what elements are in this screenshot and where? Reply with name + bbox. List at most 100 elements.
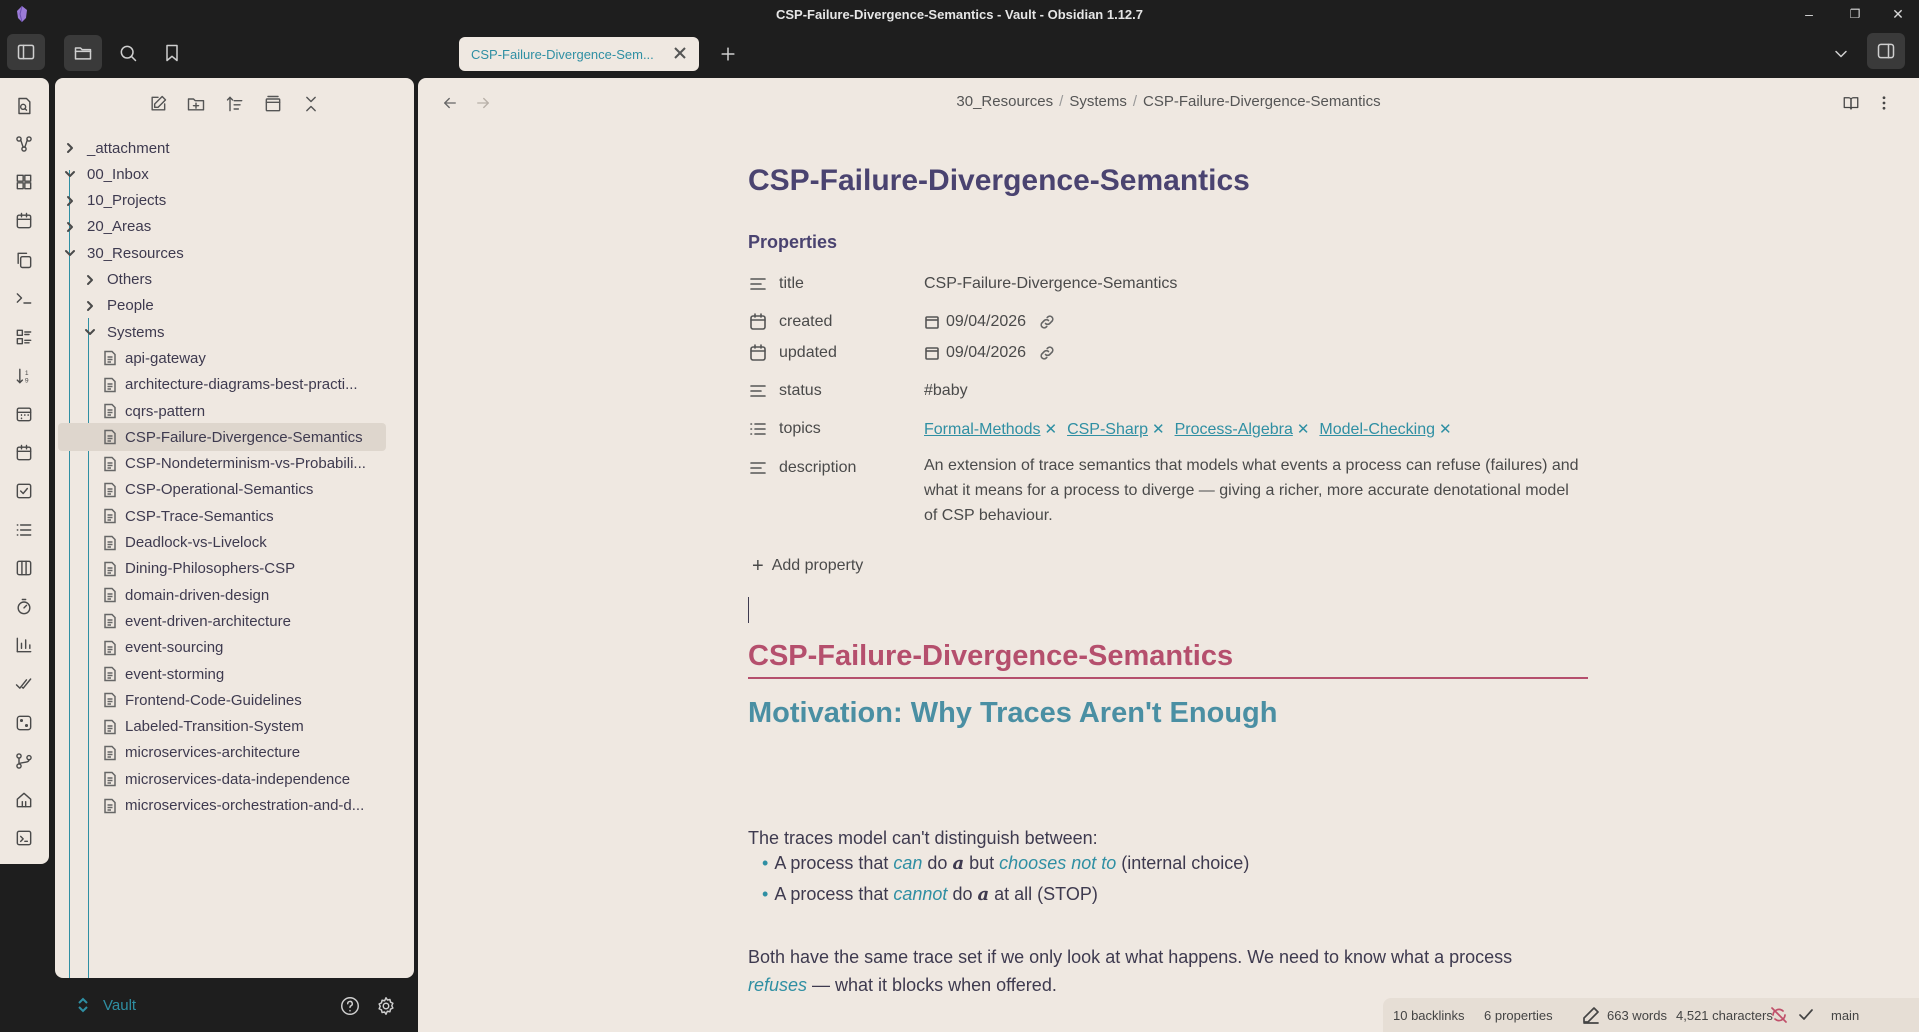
- folder-item[interactable]: 00_Inbox: [63, 160, 149, 188]
- folder-item[interactable]: _attachment: [63, 134, 170, 162]
- collapse-all-button[interactable]: [299, 92, 323, 116]
- new-note-button[interactable]: [146, 92, 170, 116]
- search-button[interactable]: [109, 35, 147, 71]
- minimize-button[interactable]: –: [1799, 4, 1819, 24]
- file-item[interactable]: event-driven-architecture: [102, 607, 291, 635]
- chevron-down-icon[interactable]: [63, 246, 77, 260]
- reading-view-button[interactable]: [1838, 90, 1864, 116]
- close-tab-button[interactable]: [671, 44, 689, 62]
- files-view-button[interactable]: [64, 35, 102, 71]
- property-value[interactable]: 09/04/2026: [924, 344, 1056, 362]
- topic-pill-link[interactable]: Process-Algebra: [1175, 421, 1293, 438]
- file-item[interactable]: microservices-architecture: [102, 739, 300, 767]
- ribbon-graph-view[interactable]: [12, 132, 36, 156]
- new-tab-button[interactable]: [709, 36, 747, 72]
- pencil-icon[interactable]: [1582, 1006, 1600, 1024]
- file-item[interactable]: microservices-data-independence: [102, 765, 350, 793]
- file-item[interactable]: CSP-Operational-Semantics: [102, 476, 313, 504]
- ribbon-open-quick-switcher[interactable]: [12, 94, 36, 118]
- ribbon-sort[interactable]: 19: [12, 364, 36, 388]
- add-property-button[interactable]: + Add property: [752, 556, 863, 576]
- list-item[interactable]: • A process that cannot do a at all (STOP…: [762, 884, 1098, 905]
- ribbon-terminal[interactable]: [12, 826, 36, 850]
- properties-heading[interactable]: Properties: [748, 232, 837, 253]
- chevron-right-icon[interactable]: [63, 220, 77, 234]
- help-button[interactable]: [337, 993, 363, 1019]
- auto-reveal-button[interactable]: [261, 92, 285, 116]
- restore-button[interactable]: ❐: [1845, 4, 1865, 24]
- property-value[interactable]: CSP-Failure-Divergence-Semantics: [924, 275, 1177, 293]
- tab-note[interactable]: CSP-Failure-Divergence-Sem...: [459, 37, 699, 71]
- folder-item[interactable]: 10_Projects: [63, 187, 166, 215]
- paragraph[interactable]: Both have the same trace set if we only …: [748, 943, 1588, 999]
- file-item[interactable]: microservices-orchestration-and-d...: [102, 792, 364, 820]
- file-item[interactable]: architecture-diagrams-best-practi...: [102, 371, 358, 399]
- topic-pill-link[interactable]: CSP-Sharp: [1067, 421, 1148, 438]
- file-item[interactable]: event-sourcing: [102, 634, 223, 662]
- ribbon-git[interactable]: [12, 749, 36, 773]
- date-value[interactable]: 09/04/2026: [946, 313, 1026, 331]
- chevron-right-icon[interactable]: [63, 141, 77, 155]
- ribbon-columns[interactable]: [12, 556, 36, 580]
- file-item[interactable]: CSP-Failure-Divergence-Semantics: [58, 423, 386, 452]
- ribbon-stats[interactable]: [12, 633, 36, 657]
- ribbon-command-palette[interactable]: [12, 286, 36, 310]
- file-item[interactable]: CSP-Trace-Semantics: [102, 502, 274, 530]
- file-item[interactable]: Dining-Philosophers-CSP: [102, 555, 295, 583]
- chevrons-up-down-icon[interactable]: [75, 997, 91, 1013]
- folder-item[interactable]: Systems: [83, 318, 165, 346]
- ribbon-templates[interactable]: [12, 248, 36, 272]
- property-value[interactable]: #baby: [924, 382, 968, 400]
- ribbon-timer[interactable]: [12, 595, 36, 619]
- chevron-right-icon[interactable]: [63, 194, 77, 208]
- breadcrumb-current[interactable]: CSP-Failure-Divergence-Semantics: [1143, 93, 1381, 110]
- file-item[interactable]: Deadlock-vs-Livelock: [102, 529, 267, 557]
- remove-topic-button[interactable]: ✕: [1439, 421, 1452, 438]
- toggle-left-sidebar-button[interactable]: [7, 34, 45, 70]
- chevron-right-icon[interactable]: [83, 273, 97, 287]
- sort-order-button[interactable]: [223, 92, 247, 116]
- properties-count[interactable]: 6 properties: [1484, 1008, 1553, 1023]
- topic-pill-link[interactable]: Model-Checking: [1319, 421, 1435, 438]
- list-item[interactable]: • A process that can do a but chooses not…: [762, 853, 1249, 874]
- more-options-button[interactable]: [1871, 90, 1897, 116]
- note-title[interactable]: CSP-Failure-Divergence-Semantics: [748, 164, 1250, 198]
- breadcrumb-item[interactable]: 30_Resources: [956, 93, 1053, 110]
- link-icon[interactable]: [1038, 344, 1056, 362]
- ribbon-kanban[interactable]: [12, 325, 36, 349]
- file-item[interactable]: domain-driven-design: [102, 581, 269, 609]
- file-item[interactable]: Frontend-Code-Guidelines: [102, 686, 302, 714]
- ribbon-checks[interactable]: [12, 672, 36, 696]
- remove-topic-button[interactable]: ✕: [1297, 421, 1310, 438]
- folder-item[interactable]: 30_Resources: [63, 239, 184, 267]
- backlinks-count[interactable]: 10 backlinks: [1393, 1008, 1465, 1023]
- date-value[interactable]: 09/04/2026: [946, 344, 1026, 362]
- new-folder-button[interactable]: [184, 92, 208, 116]
- ribbon-daily-note[interactable]: [12, 209, 36, 233]
- chevron-down-icon[interactable]: [63, 167, 77, 181]
- file-item[interactable]: CSP-Nondeterminism-vs-Probabili...: [102, 450, 366, 478]
- chevron-down-icon[interactable]: [83, 325, 97, 339]
- link-icon[interactable]: [1038, 313, 1056, 331]
- git-branch-name[interactable]: main: [1831, 1008, 1859, 1023]
- settings-button[interactable]: [373, 993, 399, 1019]
- ribbon-outline[interactable]: [12, 518, 36, 542]
- chevron-right-icon[interactable]: [83, 299, 97, 313]
- property-value[interactable]: 09/04/2026: [924, 313, 1056, 331]
- heading-1[interactable]: CSP-Failure-Divergence-Semantics: [748, 640, 1588, 679]
- folder-item[interactable]: Others: [83, 266, 152, 294]
- paragraph[interactable]: The traces model can't distinguish betwe…: [748, 824, 1098, 852]
- property-value[interactable]: An extension of trace semantics that mod…: [924, 453, 1584, 528]
- sync-off-icon[interactable]: [1770, 1006, 1788, 1024]
- ribbon-homepage[interactable]: [12, 788, 36, 812]
- bookmarks-button[interactable]: [153, 35, 191, 71]
- file-item[interactable]: api-gateway: [102, 344, 206, 372]
- file-item[interactable]: cqrs-pattern: [102, 397, 205, 425]
- check-icon[interactable]: [1797, 1006, 1815, 1024]
- remove-topic-button[interactable]: ✕: [1152, 421, 1165, 438]
- heading-2[interactable]: Motivation: Why Traces Aren't Enough: [748, 697, 1277, 730]
- topic-pill-link[interactable]: Formal-Methods: [924, 421, 1040, 438]
- ribbon-periodic-notes[interactable]: [12, 441, 36, 465]
- folder-item[interactable]: People: [83, 292, 154, 320]
- toggle-right-sidebar-button[interactable]: [1867, 33, 1905, 69]
